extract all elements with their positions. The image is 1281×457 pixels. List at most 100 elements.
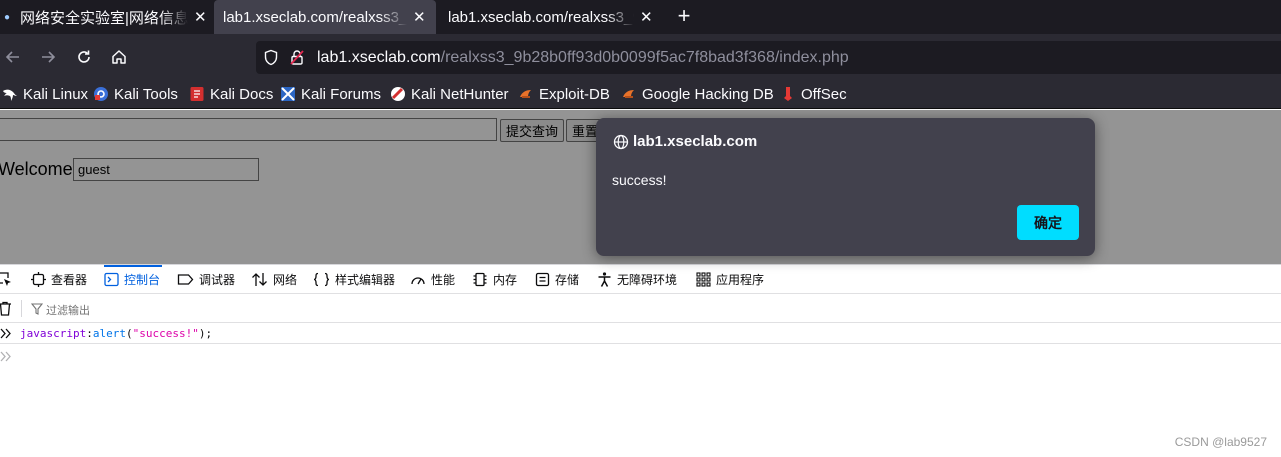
url-path: /realxss3_9b28b0ff93d0b0099f5ac7f8bad3f3…	[440, 49, 849, 66]
bookmark-google-hacking-db[interactable]: Google Hacking DB	[621, 84, 774, 104]
filter-icon	[31, 303, 43, 315]
bookmark-kali-forums[interactable]: Kali Forums	[280, 84, 381, 104]
tab-network[interactable]: 网络	[251, 265, 297, 293]
reload-button[interactable]	[73, 46, 95, 68]
csdn-watermark: CSDN @lab9527	[1174, 435, 1267, 449]
kali-docs-icon	[190, 87, 204, 101]
tab-label: 查看器	[51, 272, 88, 287]
code-token-colon: :	[86, 327, 93, 340]
code-token-close: );	[198, 327, 213, 340]
bookmark-label: Kali Linux	[23, 85, 89, 103]
tab-label: 样式编辑器	[335, 272, 396, 287]
network-icon	[252, 272, 267, 286]
tab-label: 应用程序	[716, 272, 765, 287]
bookmark-offsec[interactable]: OffSec	[780, 84, 847, 104]
console-log-entry: javascript:alert("success!");	[0, 323, 1281, 344]
devtools-toolbar: 查看器 控制台 调试器 网络 样式编辑器 性能 内存 存储 无障碍环境 应用程序	[0, 265, 1281, 294]
trash-icon[interactable]	[0, 301, 12, 316]
bookmark-label: Kali Docs	[210, 85, 274, 103]
forward-button[interactable]	[37, 46, 59, 68]
application-icon	[696, 271, 711, 287]
insecure-lock-icon[interactable]	[289, 49, 305, 66]
site-favicon-icon: ●	[4, 11, 11, 23]
offsec-icon	[784, 87, 792, 101]
tab-strip: ● 网络安全实验室|网络信息 ✕ lab1.xseclab.com/realxs…	[0, 0, 1281, 34]
prompt-chevron-icon	[0, 351, 11, 362]
tab-close-icon[interactable]: ✕	[413, 8, 426, 26]
tab-close-icon[interactable]: ✕	[640, 8, 653, 26]
tracking-protection-shield-icon[interactable]	[263, 49, 279, 66]
element-picker-button[interactable]	[0, 265, 17, 293]
performance-icon	[411, 276, 425, 284]
kali-forums-icon	[281, 87, 295, 101]
tab-title: lab1.xseclab.com/realxss3_9b	[223, 8, 407, 26]
bookmark-exploit-db[interactable]: Exploit-DB	[518, 84, 610, 104]
console-input-line[interactable]	[0, 344, 1281, 368]
back-arrow-icon	[5, 51, 19, 63]
input-chevron-icon	[0, 328, 11, 339]
inspector-icon	[31, 271, 46, 287]
tab-title: 网络安全实验室|网络信息	[20, 9, 188, 27]
bookmark-label: Exploit-DB	[539, 85, 610, 103]
forward-arrow-icon	[42, 51, 56, 63]
tab-debugger[interactable]: 调试器	[177, 265, 235, 293]
tab-memory[interactable]: 内存	[472, 265, 517, 293]
tab-label: 控制台	[124, 272, 161, 287]
kali-tools-icon	[94, 87, 108, 101]
browser-tab-active[interactable]: lab1.xseclab.com/realxss3_9b ✕	[214, 0, 436, 34]
tab-label: 性能	[431, 272, 456, 287]
tab-title: lab1.xseclab.com/realxss3_9b	[448, 8, 634, 26]
nethunter-icon	[391, 87, 405, 101]
browser-tab[interactable]: ● 网络安全实验室|网络信息 ✕	[0, 0, 212, 34]
console-icon	[104, 272, 119, 286]
tab-label: 内存	[493, 272, 518, 287]
globe-icon	[613, 134, 629, 149]
home-button[interactable]	[108, 46, 130, 68]
tab-accessibility[interactable]: 无障碍环境	[597, 265, 677, 293]
element-picker-icon	[0, 272, 11, 286]
kali-dragon-icon	[3, 89, 17, 101]
url-text[interactable]: lab1.xseclab.com/realxss3_9b28b0ff93d0b0…	[317, 49, 849, 67]
ghdb-icon	[623, 90, 634, 98]
tab-close-icon[interactable]: ✕	[194, 8, 207, 26]
tab-storage[interactable]: 存储	[535, 265, 579, 293]
bookmark-label: Kali Forums	[301, 85, 382, 103]
reload-icon	[78, 50, 90, 63]
tab-style-editor[interactable]: 样式编辑器	[313, 265, 395, 293]
bookmark-kali-docs[interactable]: Kali Docs	[189, 84, 273, 104]
alert-dialog: lab1.xseclab.com success! 确定	[596, 118, 1095, 256]
tab-label: 无障碍环境	[617, 272, 678, 287]
tab-label: 存储	[555, 272, 580, 287]
tab-label: 网络	[273, 272, 298, 287]
toolbar-divider	[21, 300, 22, 317]
url-bar[interactable]: lab1.xseclab.com/realxss3_9b28b0ff93d0b0…	[256, 41, 1281, 74]
debugger-icon	[177, 273, 194, 285]
console-filter-bar: 过滤输出	[0, 294, 1281, 323]
code-token-label: javascript	[20, 327, 87, 340]
bookmark-label: Kali Tools	[114, 85, 178, 103]
tab-performance[interactable]: 性能	[410, 265, 455, 293]
navigation-bar: lab1.xseclab.com/realxss3_9b28b0ff93d0b0…	[0, 34, 1281, 80]
new-tab-button[interactable]: +	[672, 4, 696, 28]
dialog-message: success!	[612, 172, 667, 188]
bookmark-kali-tools[interactable]: Kali Tools	[93, 84, 178, 104]
code-token-open-paren: (	[125, 327, 133, 340]
home-icon	[112, 50, 126, 64]
exploit-db-icon	[520, 90, 531, 98]
tab-console[interactable]: 控制台	[104, 265, 163, 293]
dialog-origin: lab1.xseclab.com	[613, 133, 757, 150]
tab-application[interactable]: 应用程序	[696, 265, 764, 293]
tab-inspector[interactable]: 查看器	[31, 265, 87, 293]
dialog-ok-button[interactable]: 确定	[1017, 205, 1079, 240]
dialog-origin-text: lab1.xseclab.com	[633, 133, 758, 150]
memory-icon	[473, 272, 487, 286]
accessibility-icon	[598, 271, 611, 287]
bookmark-kali-nethunter[interactable]: Kali NetHunter	[390, 84, 509, 104]
tab-label: 调试器	[199, 272, 236, 287]
bookmark-kali-linux[interactable]: Kali Linux	[2, 84, 88, 104]
url-host: lab1.xseclab.com	[317, 49, 441, 66]
browser-tab[interactable]: lab1.xseclab.com/realxss3_9b ✕	[440, 0, 658, 34]
bookmarks-toolbar: Kali Linux Kali Tools Kali Docs Kali For…	[0, 80, 1281, 109]
back-button[interactable]	[2, 46, 24, 68]
filter-output-input[interactable]: 过滤输出	[46, 302, 90, 318]
